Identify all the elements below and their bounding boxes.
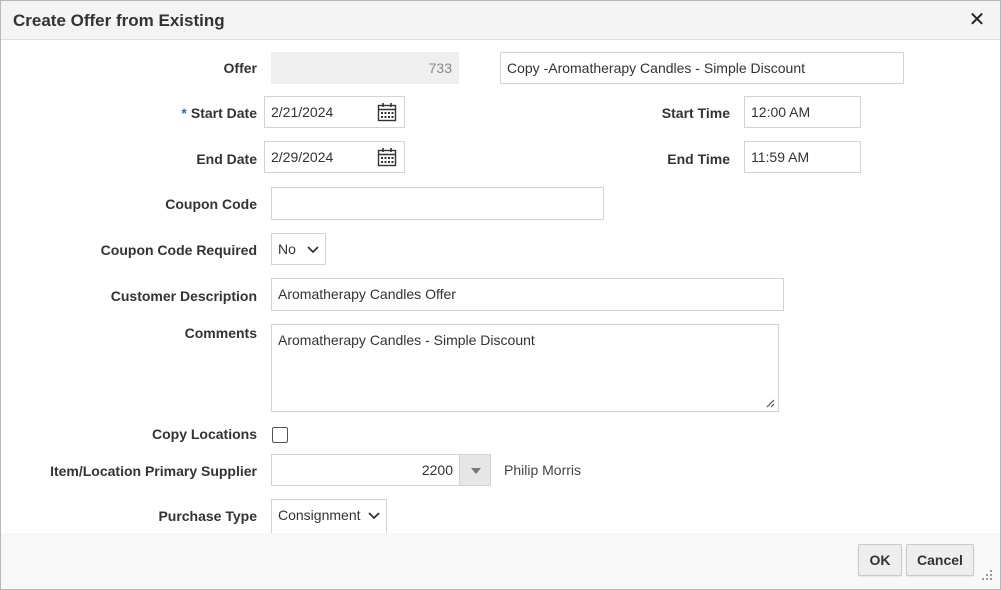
customer-description-input[interactable]: Aromatherapy Candles Offer (271, 278, 784, 311)
close-icon[interactable]: ✕ (967, 10, 987, 30)
end-time-label: End Time (667, 151, 730, 167)
textarea-resize-icon[interactable] (765, 398, 775, 408)
dialog-titlebar: Create Offer from Existing ✕ (1, 1, 1000, 40)
offer-name-field[interactable]: Copy -Aromatherapy Candles - Simple Disc… (500, 52, 904, 84)
comments-label: Comments (184, 325, 257, 341)
coupon-code-label: Coupon Code (165, 196, 257, 212)
copy-locations-checkbox[interactable] (272, 427, 288, 443)
resize-grip-icon[interactable] (981, 569, 993, 581)
supplier-lov-button[interactable] (459, 454, 491, 486)
comments-textarea[interactable]: Aromatherapy Candles - Simple Discount (271, 324, 779, 412)
calendar-icon[interactable] (377, 102, 397, 122)
end-time-input[interactable]: 11:59 AM (744, 141, 861, 173)
chevron-down-icon[interactable] (368, 512, 380, 520)
create-offer-dialog: Create Offer from Existing ✕ Offer 733 C… (0, 0, 1001, 590)
start-time-input[interactable]: 12:00 AM (744, 96, 861, 128)
cancel-button[interactable]: Cancel (906, 544, 974, 576)
customer-description-label: Customer Description (110, 288, 257, 304)
coupon-code-input[interactable] (271, 187, 604, 220)
primary-supplier-label: Item/Location Primary Supplier (50, 463, 257, 479)
dialog-footer: OK Cancel (1, 533, 1000, 589)
start-date-label: * Start Date (151, 105, 257, 121)
required-star: * (181, 105, 187, 121)
start-time-label: Start Time (661, 105, 730, 121)
coupon-code-required-label: Coupon Code Required (100, 242, 257, 258)
triangle-down-icon (471, 468, 481, 474)
offer-label: Offer (223, 60, 257, 76)
start-date-label-text: Start Date (190, 105, 257, 121)
dialog-content: Offer 733 Copy -Aromatherapy Candles - S… (1, 40, 1000, 533)
copy-locations-label: Copy Locations (151, 426, 257, 442)
dialog-title: Create Offer from Existing (13, 11, 225, 30)
offer-id-field: 733 (271, 52, 459, 84)
end-date-label: End Date (196, 151, 257, 167)
chevron-down-icon[interactable] (307, 246, 319, 254)
calendar-icon[interactable] (377, 147, 397, 167)
ok-button[interactable]: OK (858, 544, 902, 576)
primary-supplier-name: Philip Morris (504, 462, 582, 478)
purchase-type-label: Purchase Type (158, 508, 257, 524)
primary-supplier-input[interactable]: 2200 (271, 454, 460, 486)
